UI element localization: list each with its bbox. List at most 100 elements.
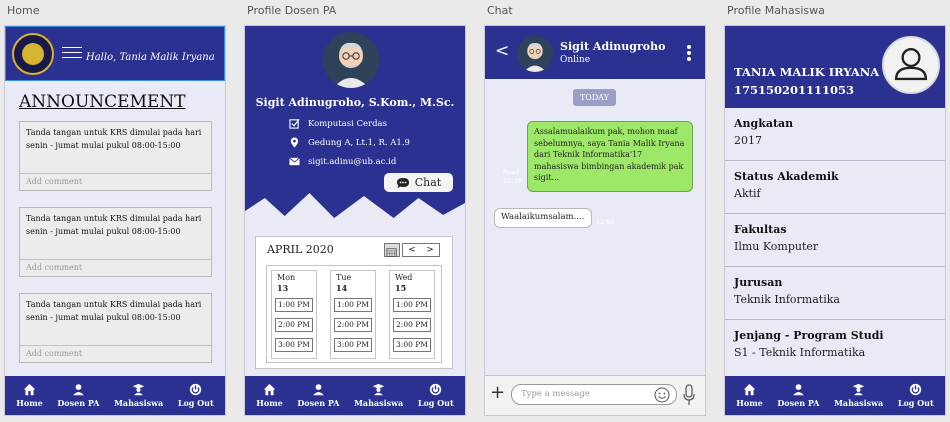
contact-status: Online	[560, 55, 591, 65]
student-profile-screen: TANIA MALIK IRYANA 175150201111053 Angka…	[724, 25, 946, 416]
day-name: Mon	[277, 273, 296, 282]
user-avatar-icon	[882, 36, 940, 94]
nav-home-label: Home	[256, 398, 283, 408]
nav-mahasiswa-label: Mahasiswa	[354, 398, 404, 408]
date-divider: TODAY	[573, 89, 616, 106]
info-row-lab: Komputasi Cerdas	[289, 118, 387, 129]
nav-home[interactable]: Home	[256, 383, 283, 408]
nav-dosen-label: Dosen PA	[57, 398, 100, 408]
time-slot[interactable]: 2:00 PM	[393, 318, 431, 332]
field-jenjang: Jenjang - Program Studi S1 - Teknik Info…	[725, 320, 945, 373]
student-id: 175150201111053	[734, 83, 855, 97]
location-pin-icon	[290, 137, 299, 148]
checkbox-icon	[289, 119, 300, 129]
bottom-nav: Home Dosen PA Mahasiswa Log Out	[245, 376, 465, 415]
home-icon	[743, 383, 756, 396]
time-slot[interactable]: 3:00 PM	[334, 338, 372, 352]
nav-mahasiswa-label: Mahasiswa	[834, 398, 884, 408]
nav-logout-label: Log Out	[897, 398, 934, 408]
field-label: Angkatan	[734, 117, 794, 130]
field-label: Jenjang - Program Studi	[734, 329, 884, 342]
outgoing-message-meta: Read 12:30	[503, 168, 522, 186]
room-text: Gedung A, Lt.1, R. A1.9	[308, 137, 410, 148]
prev-month-button[interactable]: <	[408, 245, 416, 255]
more-options-icon[interactable]	[687, 45, 691, 63]
field-value: 2017	[734, 134, 762, 147]
nav-dosen[interactable]: Dosen PA	[57, 383, 99, 408]
email-text: sigit.adinu@ub.ac.id	[308, 156, 397, 167]
field-value: Ilmu Komputer	[734, 240, 819, 253]
back-arrow-icon[interactable]: <	[495, 41, 509, 61]
field-angkatan: Angkatan 2017	[725, 108, 945, 161]
day-column: Wed 15 1:00 PM 2:00 PM 3:00 PM	[389, 270, 435, 359]
message-input-bar: + Type a message	[485, 375, 705, 415]
field-jurusan: Jurusan Teknik Informatika	[725, 267, 945, 320]
nav-home[interactable]: Home	[736, 383, 763, 408]
home-header: Hallo, Tania Malik Iryana	[5, 26, 225, 81]
schedule-grid: Mon 13 1:00 PM 2:00 PM 3:00 PM Tue 14 1:…	[266, 265, 442, 363]
day-number: 15	[395, 283, 407, 293]
nav-mahasiswa[interactable]: Mahasiswa	[114, 383, 163, 408]
lines-decoration	[62, 47, 82, 62]
announcement-text: Tanda tangan untuk KRS dimulai pada hari…	[26, 128, 202, 150]
announcement-text: Tanda tangan untuk KRS dimulai pada hari…	[26, 214, 202, 236]
time-slot[interactable]: 2:00 PM	[334, 318, 372, 332]
time-slot[interactable]: 3:00 PM	[393, 338, 431, 352]
day-name: Tue	[336, 273, 352, 282]
chat-button[interactable]: Chat	[384, 173, 453, 192]
announcement-text: Tanda tangan untuk KRS dimulai pada hari…	[26, 300, 202, 322]
chat-button-label: Chat	[414, 176, 442, 189]
emoji-icon[interactable]	[654, 387, 670, 403]
nav-logout[interactable]: Log Out	[418, 383, 454, 408]
mail-icon	[289, 157, 300, 166]
graduate-icon	[372, 383, 385, 396]
nav-dosen-label: Dosen PA	[297, 398, 340, 408]
field-value: Aktif	[734, 187, 761, 200]
nav-logout[interactable]: Log Out	[178, 383, 214, 408]
time-slot[interactable]: 3:00 PM	[275, 338, 313, 352]
graduate-icon	[132, 383, 145, 396]
student-name: TANIA MALIK IRYANA	[734, 65, 880, 79]
home-screen: Hallo, Tania Malik Iryana ANNOUNCEMENT T…	[4, 25, 226, 416]
field-label: Status Akademik	[734, 170, 839, 183]
bottom-nav: Home Dosen PA Mahasiswa Log Out	[725, 376, 945, 415]
calendar-icon[interactable]	[384, 243, 400, 257]
add-comment-input[interactable]: Add comment	[20, 259, 211, 276]
day-number: 14	[336, 283, 348, 293]
field-fakultas: Fakultas Ilmu Komputer	[725, 214, 945, 267]
outgoing-message: Assalamualaikum pak, mohon maaf sebelumn…	[527, 121, 693, 192]
add-comment-input[interactable]: Add comment	[20, 173, 211, 190]
info-row-room: Gedung A, Lt.1, R. A1.9	[289, 137, 410, 148]
time-slot[interactable]: 2:00 PM	[275, 318, 313, 332]
nav-dosen-label: Dosen PA	[777, 398, 820, 408]
time-slot[interactable]: 1:00 PM	[275, 298, 313, 312]
nav-mahasiswa-label: Mahasiswa	[114, 398, 164, 408]
time-slot[interactable]: 1:00 PM	[393, 298, 431, 312]
add-comment-input[interactable]: Add comment	[20, 345, 211, 362]
incoming-time: 12:50	[596, 218, 615, 226]
nav-mahasiswa[interactable]: Mahasiswa	[834, 383, 883, 408]
contact-name: Sigit Adinugroho	[560, 40, 666, 53]
microphone-icon[interactable]	[683, 384, 695, 406]
outgoing-time: 12:30	[503, 177, 522, 185]
nav-home[interactable]: Home	[16, 383, 43, 408]
next-month-button[interactable]: >	[426, 245, 434, 255]
person-icon	[793, 384, 804, 396]
attach-plus-icon[interactable]: +	[490, 382, 505, 403]
chat-screen: < Sigit Adinugroho Online TODAY Assalamu…	[484, 25, 706, 416]
day-column: Tue 14 1:00 PM 2:00 PM 3:00 PM	[330, 270, 376, 359]
announcement-card: Tanda tangan untuk KRS dimulai pada hari…	[19, 293, 212, 363]
person-icon	[73, 384, 84, 396]
announcement-title: ANNOUNCEMENT	[19, 92, 186, 112]
power-icon	[190, 383, 202, 396]
time-slot[interactable]: 1:00 PM	[334, 298, 372, 312]
nav-dosen[interactable]: Dosen PA	[777, 383, 819, 408]
nav-mahasiswa[interactable]: Mahasiswa	[354, 383, 403, 408]
day-number: 13	[277, 283, 289, 293]
message-input[interactable]: Type a message	[511, 384, 677, 405]
calendar-month: APRIL 2020	[267, 243, 334, 256]
nav-dosen[interactable]: Dosen PA	[297, 383, 339, 408]
person-icon	[313, 384, 324, 396]
nav-logout[interactable]: Log Out	[898, 383, 934, 408]
chat-bubble-icon	[396, 177, 409, 188]
